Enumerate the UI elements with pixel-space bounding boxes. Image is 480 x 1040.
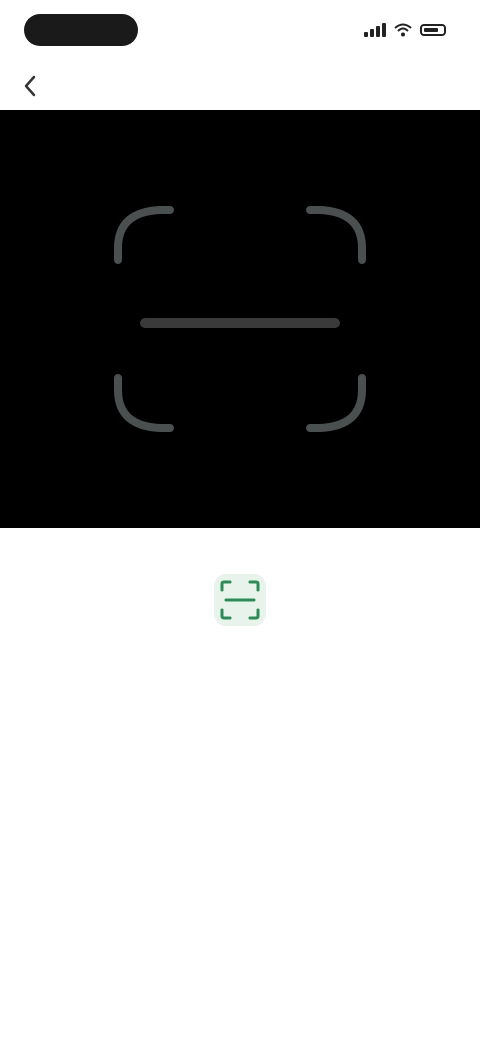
scan-corner-top-left [114,206,174,264]
camera-viewfinder [0,110,480,528]
battery-icon [420,24,446,36]
signal-icon [364,23,386,37]
scan-corner-top-right [306,206,366,264]
wifi-icon [394,23,412,37]
status-time-pill [24,14,138,46]
back-button[interactable] [16,72,44,100]
prompt-section [0,528,480,1040]
scan-corner-bottom-right [306,374,366,432]
scan-line [140,318,340,328]
scan-corner-bottom-left [114,374,174,432]
qr-scan-icon [214,574,266,626]
chevron-left-icon [24,75,36,97]
header [0,62,480,110]
status-icons [364,20,446,40]
status-bar [0,0,480,62]
